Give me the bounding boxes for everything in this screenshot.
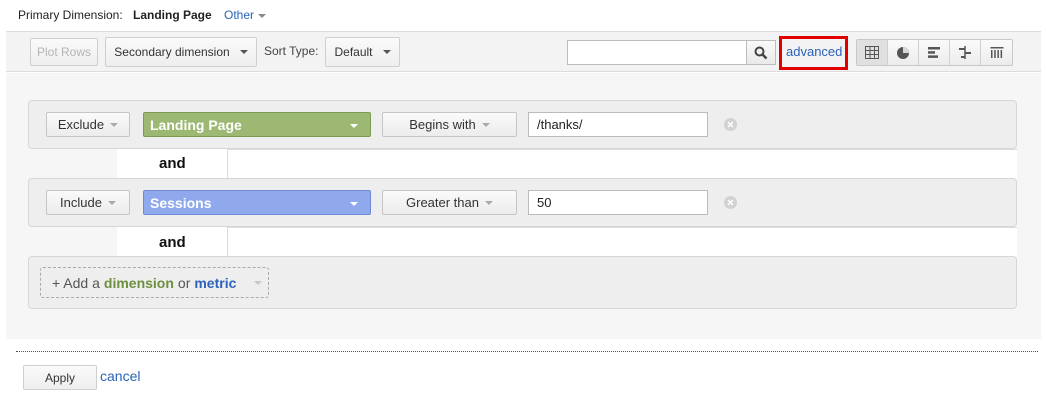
- table-view-button[interactable]: [857, 40, 888, 65]
- and-connector-spacer: [227, 149, 1017, 179]
- and-connector-spacer: [227, 227, 1017, 257]
- remove-condition-button[interactable]: [724, 196, 737, 209]
- chevron-down-icon: [350, 202, 358, 206]
- secondary-dimension-select[interactable]: Secondary dimension: [105, 37, 257, 67]
- bar-icon: [928, 47, 940, 58]
- table-icon: [865, 46, 879, 59]
- condition-mode-select[interactable]: Exclude: [46, 112, 130, 137]
- search-button[interactable]: [746, 40, 776, 65]
- chevron-down-icon: [350, 124, 358, 128]
- condition-dimension-label: Landing Page: [150, 116, 242, 133]
- pie-view-button[interactable]: [888, 40, 919, 65]
- comparison-icon: [959, 46, 971, 59]
- condition-mode-label: Include: [60, 195, 102, 210]
- condition-mode-label: Exclude: [57, 117, 105, 132]
- divider: [16, 351, 1038, 352]
- condition-operator-label: Begins with: [409, 117, 476, 132]
- sort-type-value: Default: [334, 45, 373, 59]
- plot-rows-button[interactable]: Plot Rows: [30, 38, 98, 66]
- close-icon: [727, 199, 734, 206]
- chevron-down-icon: [110, 122, 119, 127]
- chevron-down-icon: [485, 200, 493, 205]
- add-metric-label[interactable]: metric: [194, 275, 236, 291]
- condition-metric-label: Sessions: [150, 194, 212, 211]
- secondary-dimension-label: Secondary dimension: [114, 45, 230, 59]
- chevron-down-icon: [258, 13, 267, 18]
- condition-operator-select[interactable]: Begins with: [382, 112, 517, 137]
- close-icon: [727, 121, 734, 128]
- comparison-view-button[interactable]: [950, 40, 981, 65]
- view-switcher: [856, 39, 1013, 66]
- and-connector-label: and: [159, 234, 186, 251]
- sort-type-label: Sort Type:: [264, 44, 319, 58]
- highlight-annotation: [779, 36, 848, 70]
- primary-dimension-other[interactable]: Other: [224, 8, 267, 22]
- chevron-down-icon: [481, 122, 490, 127]
- chevron-down-icon: [239, 50, 248, 54]
- remove-condition-button[interactable]: [724, 118, 737, 131]
- condition-dimension-select[interactable]: Landing Page: [143, 112, 371, 137]
- condition-operator-select[interactable]: Greater than: [382, 190, 517, 215]
- bar-view-button[interactable]: [919, 40, 950, 65]
- add-prefix: + Add a: [52, 274, 100, 291]
- cancel-link[interactable]: cancel: [100, 368, 140, 384]
- condition-value-input[interactable]: /thanks/: [528, 112, 708, 137]
- table-search-input[interactable]: [567, 40, 747, 65]
- chevron-down-icon: [107, 200, 116, 205]
- pivot-icon: [990, 47, 1003, 58]
- condition-mode-select[interactable]: Include: [46, 190, 130, 215]
- condition-metric-select[interactable]: Sessions: [143, 190, 371, 215]
- add-dimension-label[interactable]: dimension: [104, 275, 174, 291]
- other-label[interactable]: Other: [224, 8, 254, 22]
- pivot-view-button[interactable]: [981, 40, 1012, 65]
- condition-operator-label: Greater than: [406, 195, 479, 210]
- condition-value-input[interactable]: 50: [528, 190, 708, 215]
- and-connector-label: and: [159, 155, 186, 172]
- sort-type-select[interactable]: Default: [325, 37, 400, 67]
- pie-icon: [897, 46, 909, 59]
- add-or-label: or: [177, 274, 191, 291]
- primary-dimension-value[interactable]: Landing Page: [133, 8, 212, 22]
- apply-button[interactable]: Apply: [23, 365, 97, 390]
- add-dimension-or-metric-select[interactable]: + Add a dimension or metric: [40, 267, 269, 298]
- primary-dimension-label: Primary Dimension:: [18, 8, 123, 22]
- chevron-down-icon: [254, 281, 262, 285]
- chevron-down-icon: [382, 50, 391, 54]
- search-icon: [754, 46, 768, 59]
